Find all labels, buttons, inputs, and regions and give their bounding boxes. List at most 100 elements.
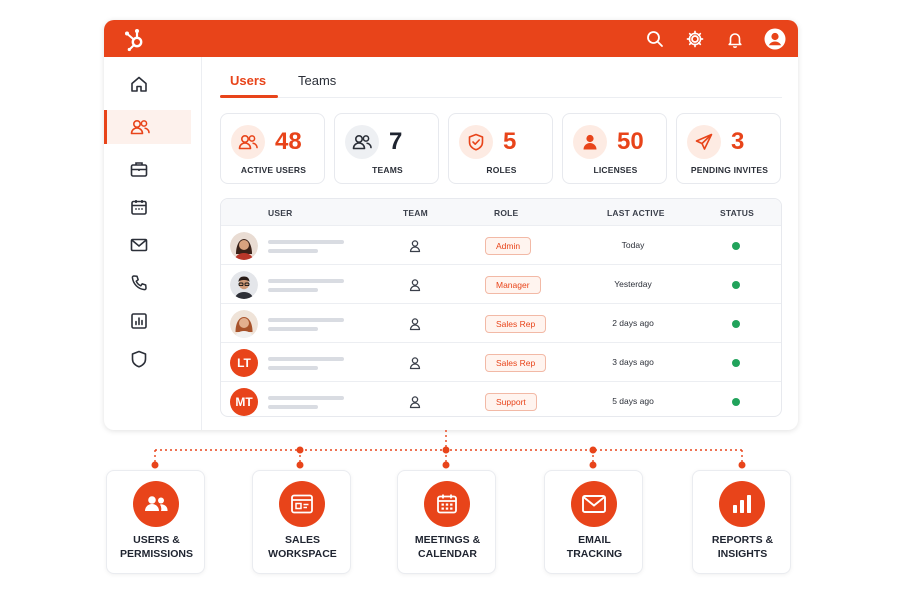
- name-placeholder: [268, 318, 344, 322]
- last-active-text: Yesterday: [614, 279, 652, 289]
- stat-value: 3: [731, 128, 745, 155]
- main-content: Users Teams 48 ACTIVE USERS 7 TEAMS 5 RO…: [203, 57, 798, 430]
- feature-card-meetings-calendar[interactable]: MEETINGS & CALENDAR: [397, 470, 496, 574]
- stat-label: PENDING INVITES: [690, 165, 769, 175]
- send-icon: [687, 125, 721, 159]
- stat-label: LICENSES: [593, 165, 638, 175]
- feature-card-reports-insights[interactable]: REPORTS & INSIGHTS: [692, 470, 791, 574]
- top-bar: [104, 20, 798, 57]
- users-icon: [130, 119, 150, 135]
- feature-card-email-tracking[interactable]: EMAIL TRACKING: [544, 470, 643, 574]
- sidebar-item-home[interactable]: [104, 67, 202, 101]
- last-active-text: 5 days ago: [612, 396, 654, 406]
- calendar-icon: [131, 200, 147, 215]
- phone-icon: [131, 275, 147, 291]
- table-header: USER TEAM ROLE LAST ACTIVE STATUS: [221, 199, 781, 226]
- email-placeholder: [268, 249, 318, 253]
- team-icon: [345, 125, 379, 159]
- email-placeholder: [268, 288, 318, 292]
- status-active-dot: [732, 281, 740, 289]
- role-badge[interactable]: Manager: [485, 276, 541, 294]
- app-window: Users Teams 48 ACTIVE USERS 7 TEAMS 5 RO…: [104, 20, 798, 430]
- stat-label: TEAMS: [372, 165, 403, 175]
- person-icon: [573, 125, 607, 159]
- stat-card-licenses[interactable]: 50 LICENSES: [562, 113, 667, 184]
- column-header-team[interactable]: TEAM: [403, 208, 428, 218]
- table-row[interactable]: MT Support 5 days ago: [221, 382, 781, 416]
- feature-label: USERS & PERMISSIONS: [120, 534, 193, 560]
- stat-card-teams[interactable]: 7 TEAMS: [334, 113, 439, 184]
- feature-card-users-permissions[interactable]: USERS & PERMISSIONS: [106, 470, 205, 574]
- table-row[interactable]: Admin Today: [221, 226, 781, 265]
- stat-card-roles[interactable]: 5 ROLES: [448, 113, 553, 184]
- sidebar-item-calendar[interactable]: [104, 190, 202, 224]
- bar-chart-icon: [131, 313, 147, 329]
- search-icon[interactable]: [644, 28, 666, 50]
- shield-check-icon: [459, 125, 493, 159]
- feature-label: MEETINGS & CALENDAR: [414, 534, 481, 560]
- name-placeholder: [268, 279, 344, 283]
- users-icon: [231, 125, 265, 159]
- sidebar-item-calls[interactable]: [104, 266, 202, 300]
- column-header-user[interactable]: USER: [268, 208, 292, 218]
- tab-bar: Users Teams: [220, 67, 782, 98]
- avatar-initials: LT: [230, 349, 258, 377]
- stat-label: ROLES: [486, 165, 517, 175]
- sidebar-item-sales[interactable]: [104, 152, 202, 186]
- last-active-text: 2 days ago: [612, 318, 654, 328]
- mail-icon: [571, 481, 617, 527]
- person-outline-icon: [409, 279, 421, 292]
- users-icon: [133, 481, 179, 527]
- sidebar-item-reports[interactable]: [104, 304, 202, 338]
- stat-value: 48: [275, 128, 302, 155]
- role-badge[interactable]: Admin: [485, 237, 532, 255]
- user-circle-icon[interactable]: [764, 28, 786, 50]
- stat-card-active-users[interactable]: 48 ACTIVE USERS: [220, 113, 325, 184]
- person-outline-icon: [409, 240, 421, 253]
- sidebar-item-email[interactable]: [104, 228, 202, 262]
- shield-icon: [131, 350, 147, 368]
- role-badge[interactable]: Support: [485, 393, 537, 411]
- top-icon-group: [644, 20, 786, 57]
- stat-value: 5: [503, 128, 517, 155]
- sidebar-item-users[interactable]: [104, 110, 191, 144]
- tab-teams[interactable]: Teams: [298, 73, 336, 88]
- column-header-status[interactable]: STATUS: [720, 208, 754, 218]
- sidebar: [104, 57, 202, 430]
- bell-icon[interactable]: [724, 28, 746, 50]
- home-icon: [131, 76, 147, 92]
- column-header-role[interactable]: ROLE: [494, 208, 518, 218]
- hubspot-sprocket-icon[interactable]: [122, 26, 148, 52]
- status-active-dot: [732, 242, 740, 250]
- calendar-icon: [424, 481, 470, 527]
- table-row[interactable]: Sales Rep 2 days ago: [221, 304, 781, 343]
- feature-label: REPORTS & INSIGHTS: [711, 534, 774, 560]
- mail-icon: [130, 238, 148, 252]
- table-row[interactable]: LT Sales Rep 3 days ago: [221, 343, 781, 382]
- status-active-dot: [732, 320, 740, 328]
- role-badge[interactable]: Sales Rep: [485, 315, 547, 333]
- gear-icon[interactable]: [684, 28, 706, 50]
- avatar: [230, 310, 258, 338]
- name-placeholder: [268, 240, 344, 244]
- table-row[interactable]: Manager Yesterday: [221, 265, 781, 304]
- role-badge[interactable]: Sales Rep: [485, 354, 547, 372]
- avatar: [230, 271, 258, 299]
- last-active-text: Today: [621, 240, 645, 250]
- person-outline-icon: [409, 357, 421, 370]
- status-active-dot: [732, 398, 740, 406]
- bar-chart-icon: [719, 481, 765, 527]
- stat-value: 50: [617, 128, 644, 155]
- users-table: USER TEAM ROLE LAST ACTIVE STATUS Admin …: [220, 198, 782, 417]
- stat-value: 7: [389, 128, 403, 155]
- stat-card-pending-invites[interactable]: 3 PENDING INVITES: [676, 113, 781, 184]
- name-placeholder: [268, 396, 344, 400]
- sidebar-item-security[interactable]: [104, 342, 202, 376]
- tab-users[interactable]: Users: [230, 73, 266, 88]
- email-placeholder: [268, 327, 318, 331]
- avatar-initials: MT: [230, 388, 258, 416]
- person-outline-icon: [409, 396, 421, 409]
- feature-card-sales-workspace[interactable]: SALES WORKSPACE: [252, 470, 351, 574]
- last-active-text: 3 days ago: [612, 357, 654, 367]
- column-header-last-active[interactable]: LAST ACTIVE: [607, 208, 665, 218]
